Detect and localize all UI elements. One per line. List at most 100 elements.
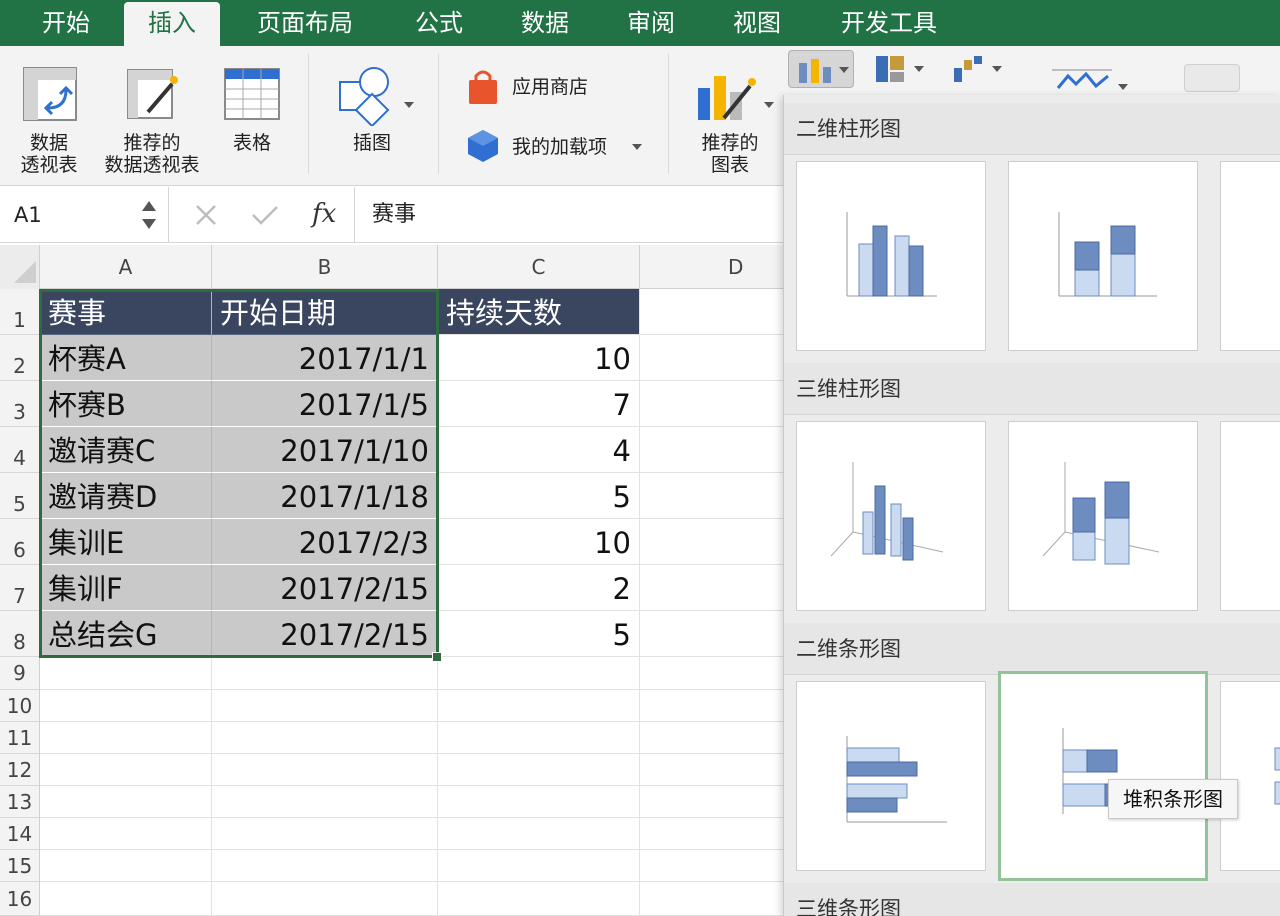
stacked-bar-option[interactable] xyxy=(998,671,1208,881)
cell[interactable] xyxy=(212,690,438,722)
illustrations-button[interactable]: 插图 xyxy=(326,60,422,180)
tab-page-layout[interactable]: 页面布局 xyxy=(238,0,372,46)
row-header-13[interactable]: 13 xyxy=(0,786,40,818)
row-header-14[interactable]: 14 xyxy=(0,818,40,850)
table-cell[interactable]: 4 xyxy=(438,427,640,473)
cell[interactable] xyxy=(438,786,640,818)
recommended-charts-button[interactable]: 推荐的 图表 xyxy=(684,60,780,180)
cell[interactable] xyxy=(438,754,640,786)
app-store-button[interactable]: 应用商店 xyxy=(466,68,616,108)
waterfall-chart-button[interactable] xyxy=(950,50,1010,88)
sparkline-button[interactable] xyxy=(1184,64,1240,92)
ribbon-separator xyxy=(438,54,439,174)
cell[interactable] xyxy=(212,818,438,850)
name-box[interactable]: A1 xyxy=(14,187,42,243)
header-cell[interactable]: 持续天数 xyxy=(438,289,640,335)
pivot-table-button[interactable]: 数据 透视表 xyxy=(8,60,90,180)
cell[interactable] xyxy=(438,657,640,690)
cell[interactable] xyxy=(40,657,212,690)
cell[interactable] xyxy=(438,850,640,882)
row-header-3[interactable]: 3 xyxy=(0,381,40,427)
cell[interactable] xyxy=(438,882,640,916)
clustered-bar-option[interactable] xyxy=(796,681,986,871)
line-chart-button[interactable] xyxy=(1052,52,1132,90)
tab-insert[interactable]: 插入 xyxy=(124,2,220,46)
3d-clustered-column-option[interactable] xyxy=(796,421,986,611)
table-cell[interactable]: 10 xyxy=(438,519,640,565)
cell[interactable] xyxy=(40,882,212,916)
cell[interactable] xyxy=(212,722,438,754)
percent-stacked-bar-option[interactable] xyxy=(1220,681,1280,871)
tab-home[interactable]: 开始 xyxy=(22,0,110,46)
3d-percent-stacked-column-option[interactable] xyxy=(1220,421,1280,611)
recommended-charts-dropdown-icon xyxy=(764,102,774,108)
cell[interactable] xyxy=(40,690,212,722)
row-header-5[interactable]: 5 xyxy=(0,473,40,519)
cell[interactable] xyxy=(40,850,212,882)
3d-stacked-column-icon xyxy=(1042,462,1160,565)
stacked-column-option[interactable] xyxy=(1008,161,1198,351)
table-cell[interactable]: 10 xyxy=(438,335,640,381)
cell[interactable] xyxy=(40,786,212,818)
fill-handle[interactable] xyxy=(432,652,442,662)
cell[interactable] xyxy=(438,690,640,722)
percent-stacked-column-option[interactable] xyxy=(1220,161,1280,351)
row-header-7[interactable]: 7 xyxy=(0,565,40,611)
cell[interactable] xyxy=(438,818,640,850)
cancel-icon[interactable] xyxy=(194,203,218,227)
row-header-2[interactable]: 2 xyxy=(0,335,40,381)
row-header-4[interactable]: 4 xyxy=(0,427,40,473)
column-header-b[interactable]: B xyxy=(212,245,438,289)
my-addins-button[interactable]: 我的加载项 xyxy=(466,126,646,166)
tab-review[interactable]: 审阅 xyxy=(608,0,694,46)
cell[interactable] xyxy=(212,786,438,818)
row-header-10[interactable]: 10 xyxy=(0,690,40,722)
cell[interactable] xyxy=(40,818,212,850)
clustered-bar-icon xyxy=(846,736,947,823)
tab-formulas[interactable]: 公式 xyxy=(396,0,482,46)
cell[interactable] xyxy=(212,882,438,916)
table-cell[interactable]: 5 xyxy=(438,611,640,657)
recommended-pivot-label-1: 推荐的 xyxy=(123,132,181,154)
row-header-15[interactable]: 15 xyxy=(0,850,40,882)
tab-data[interactable]: 数据 xyxy=(502,0,588,46)
name-box-stepper-icon[interactable] xyxy=(140,197,158,233)
section-3d-bar: 三维条形图 xyxy=(784,883,1280,916)
table-icon xyxy=(224,68,280,120)
tab-developer[interactable]: 开发工具 xyxy=(820,0,958,46)
column-chart-button[interactable] xyxy=(788,50,854,88)
table-button[interactable]: 表格 xyxy=(214,60,290,180)
table-cell[interactable]: 7 xyxy=(438,381,640,427)
table-cell[interactable]: 2 xyxy=(438,565,640,611)
row-header-12[interactable]: 12 xyxy=(0,754,40,786)
row-header-8[interactable]: 8 xyxy=(0,611,40,657)
app-store-label: 应用商店 xyxy=(512,76,589,98)
insert-function-button[interactable]: fx xyxy=(312,187,336,243)
column-header-c[interactable]: C xyxy=(438,245,640,289)
cell[interactable] xyxy=(212,657,438,690)
row-header-1[interactable]: 1 xyxy=(0,289,40,335)
enter-icon[interactable] xyxy=(250,203,280,227)
cell[interactable] xyxy=(40,754,212,786)
line-chart-dropdown-icon xyxy=(1118,84,1128,90)
formula-input[interactable]: 赛事 xyxy=(372,187,416,243)
hierarchy-chart-button[interactable] xyxy=(872,50,932,88)
section-2d-column: 二维柱形图 xyxy=(784,103,1280,155)
select-all-corner[interactable] xyxy=(0,245,40,289)
cell[interactable] xyxy=(438,722,640,754)
row-header-6[interactable]: 6 xyxy=(0,519,40,565)
select-all-triangle-icon xyxy=(14,261,36,283)
row-header-11[interactable]: 11 xyxy=(0,722,40,754)
tab-view[interactable]: 视图 xyxy=(714,0,800,46)
waterfall-chart-icon xyxy=(954,56,982,82)
cell[interactable] xyxy=(40,722,212,754)
clustered-column-option[interactable] xyxy=(796,161,986,351)
recommended-pivot-button[interactable]: 推荐的 数据透视表 xyxy=(96,60,208,180)
3d-stacked-column-option[interactable] xyxy=(1008,421,1198,611)
cell[interactable] xyxy=(212,850,438,882)
table-cell[interactable]: 5 xyxy=(438,473,640,519)
row-header-16[interactable]: 16 xyxy=(0,882,40,916)
row-header-9[interactable]: 9 xyxy=(0,657,40,690)
column-header-a[interactable]: A xyxy=(40,245,212,289)
cell[interactable] xyxy=(212,754,438,786)
